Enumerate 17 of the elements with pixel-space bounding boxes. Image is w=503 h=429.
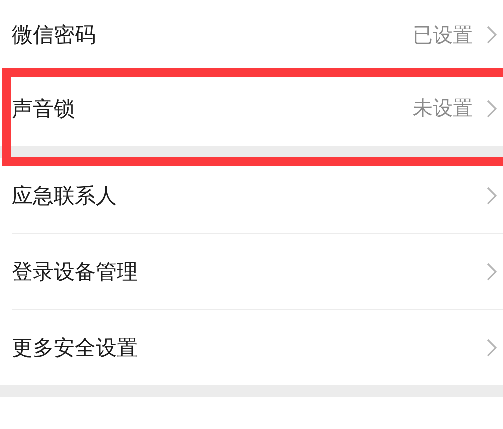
settings-row[interactable]: 声音锁 未设置 — [0, 71, 503, 146]
settings-row[interactable]: 微信密码 已设置 — [0, 0, 503, 70]
row-label: 更多安全设置 — [12, 334, 138, 362]
row-label: 登录设备管理 — [12, 258, 138, 286]
chevron-right-icon — [487, 186, 497, 204]
settings-row[interactable]: 应急联系人 — [0, 158, 503, 233]
chevron-right-icon — [487, 262, 497, 280]
row-label: 应急联系人 — [12, 182, 117, 210]
settings-row[interactable]: 登录设备管理 — [0, 234, 503, 309]
chevron-right-icon — [487, 100, 497, 118]
row-value: 未设置 — [413, 95, 473, 122]
row-value: 已设置 — [413, 22, 473, 48]
settings-row[interactable]: 更多安全设置 — [0, 310, 503, 385]
chevron-right-icon — [487, 26, 497, 44]
row-label: 微信密码 — [12, 22, 96, 49]
row-label: 声音锁 — [12, 96, 75, 122]
chevron-right-icon — [487, 338, 497, 356]
